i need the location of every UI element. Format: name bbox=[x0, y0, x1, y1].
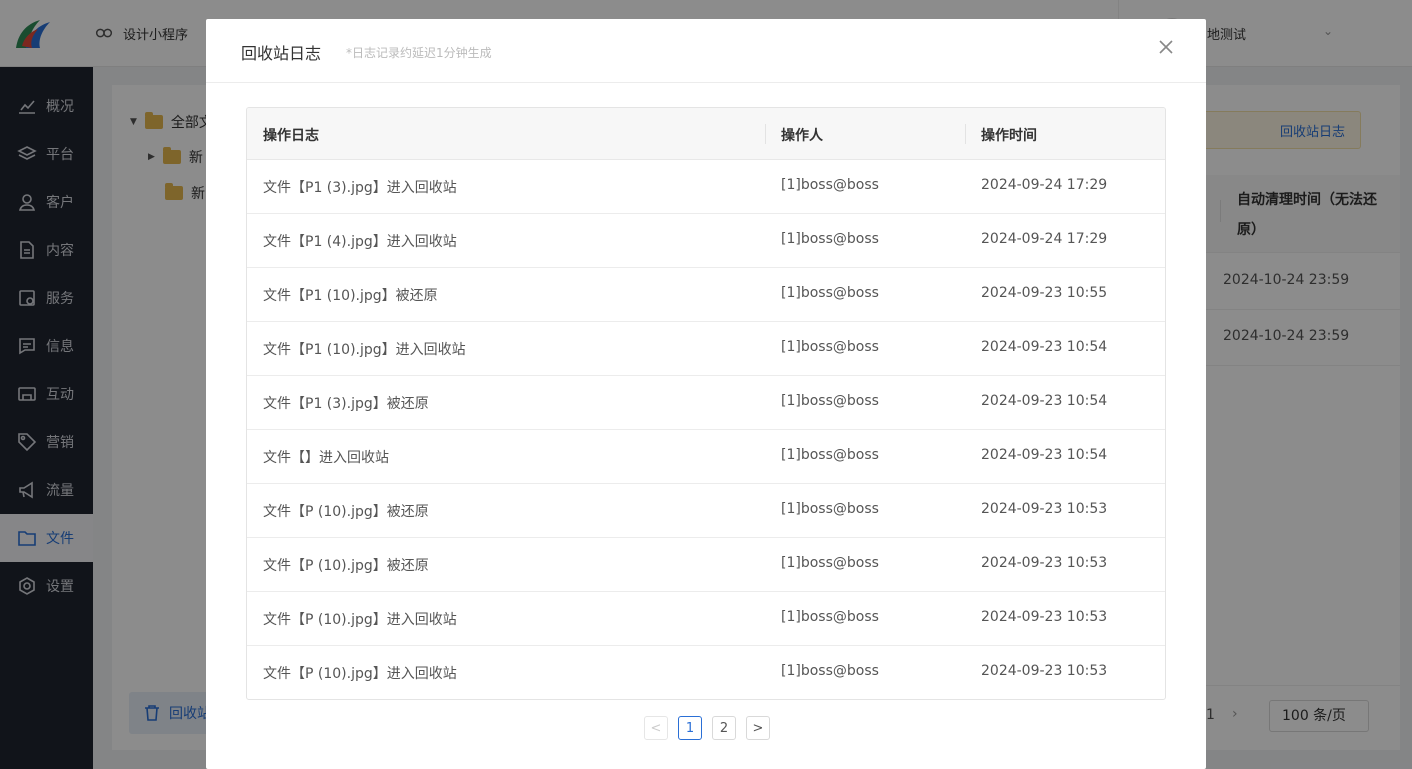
operator-cell: [1]boss@boss bbox=[781, 285, 879, 301]
column-header-operator: 操作人 bbox=[781, 128, 823, 144]
close-icon bbox=[1159, 40, 1173, 54]
log-cell: 文件【P1 (10).jpg】进入回收站 bbox=[263, 342, 466, 358]
table-row: 文件【P1 (10).jpg】进入回收站 [1]boss@boss 2024-0… bbox=[247, 322, 1165, 376]
next-page-button[interactable]: > bbox=[746, 716, 770, 740]
operator-cell: [1]boss@boss bbox=[781, 555, 879, 571]
log-table: 操作日志 操作人 操作时间 文件【P1 (3).jpg】进入回收站 [1]bos… bbox=[246, 107, 1166, 700]
log-cell: 文件【P (10).jpg】进入回收站 bbox=[263, 666, 457, 682]
operator-cell: [1]boss@boss bbox=[781, 447, 879, 463]
table-header: 操作日志 操作人 操作时间 bbox=[247, 108, 1165, 160]
modal-header: 回收站日志 *日志记录约延迟1分钟生成 bbox=[206, 19, 1206, 83]
page-2-button[interactable]: 2 bbox=[712, 716, 736, 740]
time-cell: 2024-09-23 10:54 bbox=[981, 447, 1108, 463]
recycle-log-modal: 回收站日志 *日志记录约延迟1分钟生成 操作日志 操作人 操作时间 文件【P1 … bbox=[206, 19, 1206, 769]
time-cell: 2024-09-23 10:53 bbox=[981, 555, 1108, 571]
time-cell: 2024-09-24 17:29 bbox=[981, 231, 1108, 247]
operator-cell: [1]boss@boss bbox=[781, 393, 879, 409]
table-row: 文件【P (10).jpg】进入回收站 [1]boss@boss 2024-09… bbox=[247, 646, 1165, 699]
table-row: 文件【P (10).jpg】被还原 [1]boss@boss 2024-09-2… bbox=[247, 484, 1165, 538]
log-cell: 文件【P (10).jpg】被还原 bbox=[263, 558, 429, 574]
log-cell: 文件【P1 (10).jpg】被还原 bbox=[263, 288, 438, 304]
log-cell: 文件【P1 (3).jpg】被还原 bbox=[263, 396, 429, 412]
log-cell: 文件【P (10).jpg】进入回收站 bbox=[263, 612, 457, 628]
log-cell: 文件【P1 (3).jpg】进入回收站 bbox=[263, 180, 457, 196]
log-cell: 文件【P (10).jpg】被还原 bbox=[263, 504, 429, 520]
time-cell: 2024-09-23 10:54 bbox=[981, 393, 1108, 409]
column-header-time: 操作时间 bbox=[981, 128, 1037, 144]
table-row: 文件【P1 (4).jpg】进入回收站 [1]boss@boss 2024-09… bbox=[247, 214, 1165, 268]
operator-cell: [1]boss@boss bbox=[781, 177, 879, 193]
operator-cell: [1]boss@boss bbox=[781, 609, 879, 625]
time-cell: 2024-09-23 10:53 bbox=[981, 663, 1108, 679]
table-row: 文件【P1 (10).jpg】被还原 [1]boss@boss 2024-09-… bbox=[247, 268, 1165, 322]
close-button[interactable] bbox=[1156, 37, 1176, 57]
log-cell: 文件【】进入回收站 bbox=[263, 450, 389, 466]
time-cell: 2024-09-23 10:53 bbox=[981, 609, 1108, 625]
table-row: 文件【P1 (3).jpg】进入回收站 [1]boss@boss 2024-09… bbox=[247, 160, 1165, 214]
prev-page-button[interactable]: < bbox=[644, 716, 668, 740]
page-1-button[interactable]: 1 bbox=[678, 716, 702, 740]
time-cell: 2024-09-23 10:53 bbox=[981, 501, 1108, 517]
table-row: 文件【P1 (3).jpg】被还原 [1]boss@boss 2024-09-2… bbox=[247, 376, 1165, 430]
table-row: 文件【P (10).jpg】进入回收站 [1]boss@boss 2024-09… bbox=[247, 592, 1165, 646]
operator-cell: [1]boss@boss bbox=[781, 339, 879, 355]
operator-cell: [1]boss@boss bbox=[781, 231, 879, 247]
column-separator bbox=[765, 124, 766, 144]
operator-cell: [1]boss@boss bbox=[781, 501, 879, 517]
pagination: < 1 2 > bbox=[644, 716, 770, 740]
operator-cell: [1]boss@boss bbox=[781, 663, 879, 679]
modal-title: 回收站日志 bbox=[241, 44, 322, 63]
column-header-log: 操作日志 bbox=[263, 128, 319, 144]
table-row: 文件【P (10).jpg】被还原 [1]boss@boss 2024-09-2… bbox=[247, 538, 1165, 592]
time-cell: 2024-09-23 10:55 bbox=[981, 285, 1108, 301]
log-cell: 文件【P1 (4).jpg】进入回收站 bbox=[263, 234, 457, 250]
time-cell: 2024-09-23 10:54 bbox=[981, 339, 1108, 355]
modal-subtitle: *日志记录约延迟1分钟生成 bbox=[346, 46, 492, 60]
time-cell: 2024-09-24 17:29 bbox=[981, 177, 1108, 193]
table-row: 文件【】进入回收站 [1]boss@boss 2024-09-23 10:54 bbox=[247, 430, 1165, 484]
column-separator bbox=[965, 124, 966, 144]
